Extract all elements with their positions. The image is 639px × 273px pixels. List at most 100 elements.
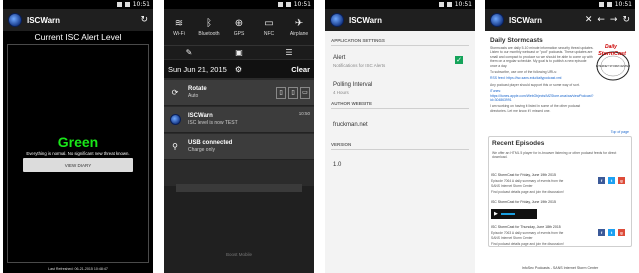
rotate-icon: ⟳ — [171, 88, 179, 97]
facebook-share-icon[interactable]: f — [598, 177, 605, 184]
iscwarn-icon — [168, 113, 182, 127]
episode-title[interactable]: ISC StormCast for Friday, June 19th 2015 — [491, 173, 556, 177]
stormcast-logo-icon: Daily StormCast INTERNET STORM CENTER — [596, 44, 630, 81]
screen-icon[interactable]: ▣ — [214, 46, 264, 59]
qs-wifi[interactable]: ≋ Wi-Fi — [164, 9, 194, 45]
date-bar: Sun Jun 21, 2015 ⚙ Clear — [164, 60, 314, 78]
twitter-share-icon[interactable]: t — [608, 177, 615, 184]
qs-gps[interactable]: ⊕ GPS — [224, 9, 254, 45]
episode-discussion-link[interactable]: Find podcast details page and join the d… — [491, 242, 564, 246]
alert-level: Green — [57, 134, 99, 150]
nfc-icon: ▭ — [264, 17, 274, 29]
rotate-portrait-icon[interactable]: ▯ — [288, 86, 298, 99]
google-share-icon[interactable]: g — [618, 177, 625, 184]
version-value: 1.0 — [333, 162, 342, 168]
gps-icon: ⊕ — [234, 17, 244, 29]
pref-alert-subtitle: Notifications for ISC Alerts — [333, 63, 386, 68]
app-title: ISCWarn — [509, 15, 543, 25]
qs-label: NFC — [263, 30, 275, 37]
back-arrow-icon[interactable]: ← — [597, 15, 605, 25]
notification-subtitle: ISC level is now TEST — [188, 120, 238, 126]
recent-episodes-heading: Recent Episodes — [492, 140, 545, 147]
qs-bluetooth[interactable]: ᛒ Bluetooth — [194, 9, 224, 45]
player-paragraph: Any podcast player should support this o… — [490, 82, 580, 87]
facebook-share-icon[interactable]: f — [598, 229, 605, 236]
action-bar: ISCWarn ↻ — [3, 9, 153, 31]
play-icon[interactable]: ▶ — [494, 211, 498, 217]
refresh-icon[interactable]: ↻ — [622, 15, 630, 25]
episode-title[interactable]: ISC StormCast for Friday, June 19th 2015 — [491, 200, 556, 204]
episode-title[interactable]: ISC StormCast for Thursday, June 18th 20… — [491, 225, 561, 229]
notification-rotate[interactable]: ⟳ Rotate Auto ▯ ▯ ▭ — [164, 80, 314, 106]
action-bar: ISCWarn — [325, 9, 475, 31]
status-bar: 10:51 — [3, 0, 153, 9]
section-application-settings: APPLICATION SETTINGS — [331, 38, 469, 46]
signal-icon — [438, 2, 444, 7]
audio-player[interactable]: ▶ — [491, 209, 537, 219]
notification-subtitle: Auto — [188, 93, 199, 99]
forward-arrow-icon[interactable]: → — [610, 15, 618, 25]
clear-button[interactable]: Clear — [291, 65, 310, 74]
google-share-icon[interactable]: g — [618, 229, 625, 236]
status-time: 10:51 — [293, 1, 311, 8]
gear-icon[interactable]: ⚙ — [235, 65, 242, 74]
subscribe-paragraph: To subscribe, use one of the following U… — [490, 70, 557, 75]
signal-icon — [116, 2, 122, 7]
twitter-share-icon[interactable]: t — [608, 229, 615, 236]
episode-desc: Episode 7064 A daily summary of events f… — [491, 179, 564, 183]
pref-polling-title[interactable]: Polling Interval — [333, 82, 372, 88]
top-of-page-link[interactable]: Top of page — [611, 130, 629, 134]
section-author-website: AUTHOR WEBSITE — [331, 101, 469, 109]
qs-label: Wi-Fi — [173, 30, 185, 37]
qs-label: Bluetooth — [198, 30, 220, 37]
quick-settings-row2: ✎ ▣ ☰ — [164, 45, 314, 59]
action-bar: ISCWarn ✕ ← → ↻ — [485, 9, 635, 31]
status-time: 10:51 — [614, 1, 632, 8]
last-refreshed: Last Refreshed: 06-21-2015 10:48:47 — [48, 267, 108, 271]
qs-nfc[interactable]: ▭ NFC — [254, 9, 284, 45]
pref-alert-title[interactable]: Alert — [333, 55, 345, 61]
app-logo-icon — [490, 13, 504, 27]
recent-intro: We offer an HTML 5 player for in-browser… — [492, 151, 617, 160]
usb-icon: ⚲ — [172, 142, 178, 151]
alert-checkbox[interactable]: ✓ — [455, 56, 463, 64]
status-bar: 10:51 — [164, 0, 314, 9]
author-website-link[interactable]: fruckman.net — [333, 122, 368, 128]
logo-text-daily: Daily — [605, 44, 617, 50]
status-time: 10:51 — [132, 1, 150, 8]
logo-text-stormcast: StormCast — [598, 51, 627, 57]
view-diary-button[interactable]: VIEW DIARY — [23, 158, 133, 172]
section-version: VERSION — [331, 142, 469, 150]
list-icon[interactable]: ☰ — [264, 46, 314, 59]
episode-desc: SANS Internet Storm Center — [491, 184, 533, 188]
app-logo-icon — [8, 13, 22, 27]
app-logo-icon — [330, 13, 344, 27]
date-label: Sun Jun 21, 2015 — [168, 64, 227, 74]
qs-airplane[interactable]: ✈ Airplane — [284, 9, 314, 45]
logo-text-isc: INTERNET STORM CENTER — [596, 64, 630, 68]
rotate-auto-icon[interactable]: ▯ — [276, 86, 286, 99]
notification-title: ISCWarn — [188, 113, 213, 119]
notification-iscwarn[interactable]: ISCWarn ISC level is now TEST 10:50 — [164, 107, 314, 133]
app-title: ISCWarn — [27, 15, 61, 25]
screen-notification-shade: 10:51 ≋ Wi-Fi ᛒ Bluetooth ⊕ GPS ▭ NFC ✈ … — [164, 0, 314, 273]
audio-progress[interactable] — [500, 213, 515, 215]
signal-icon — [598, 2, 604, 7]
pen-icon[interactable]: ✎ — [164, 46, 214, 59]
signal-icon — [277, 2, 283, 7]
screen-settings: 10:51 ISCWarn APPLICATION SETTINGS Alert… — [325, 0, 475, 273]
refresh-icon[interactable]: ↻ — [140, 15, 148, 25]
notification-usb[interactable]: ⚲ USB connected Charge only — [164, 134, 314, 160]
itunes-link[interactable]: iTunes: https://itunes.apple.com/WebObje… — [490, 89, 594, 102]
shade-background — [164, 186, 314, 273]
close-icon[interactable]: ✕ — [585, 15, 593, 25]
screen-alert-level: 10:51 ISCWarn ↻ Current ISC Alert Level … — [3, 0, 153, 273]
episode-discussion-link[interactable]: Find podcast details page and join the d… — [491, 190, 564, 194]
status-bar: 10:51 — [325, 0, 475, 9]
rss-link[interactable]: RSS feed: https://isc.sans.edu/dailypodc… — [490, 76, 594, 80]
directories-paragraph: I am working on having it listed in some… — [490, 104, 581, 113]
episode-desc: SANS Internet Storm Center — [491, 236, 533, 240]
rotate-landscape-icon[interactable]: ▭ — [300, 86, 310, 99]
bluetooth-icon: ᛒ — [206, 17, 212, 29]
intro-paragraph: Stormcasts are daily 5-10 minute informa… — [490, 46, 594, 68]
